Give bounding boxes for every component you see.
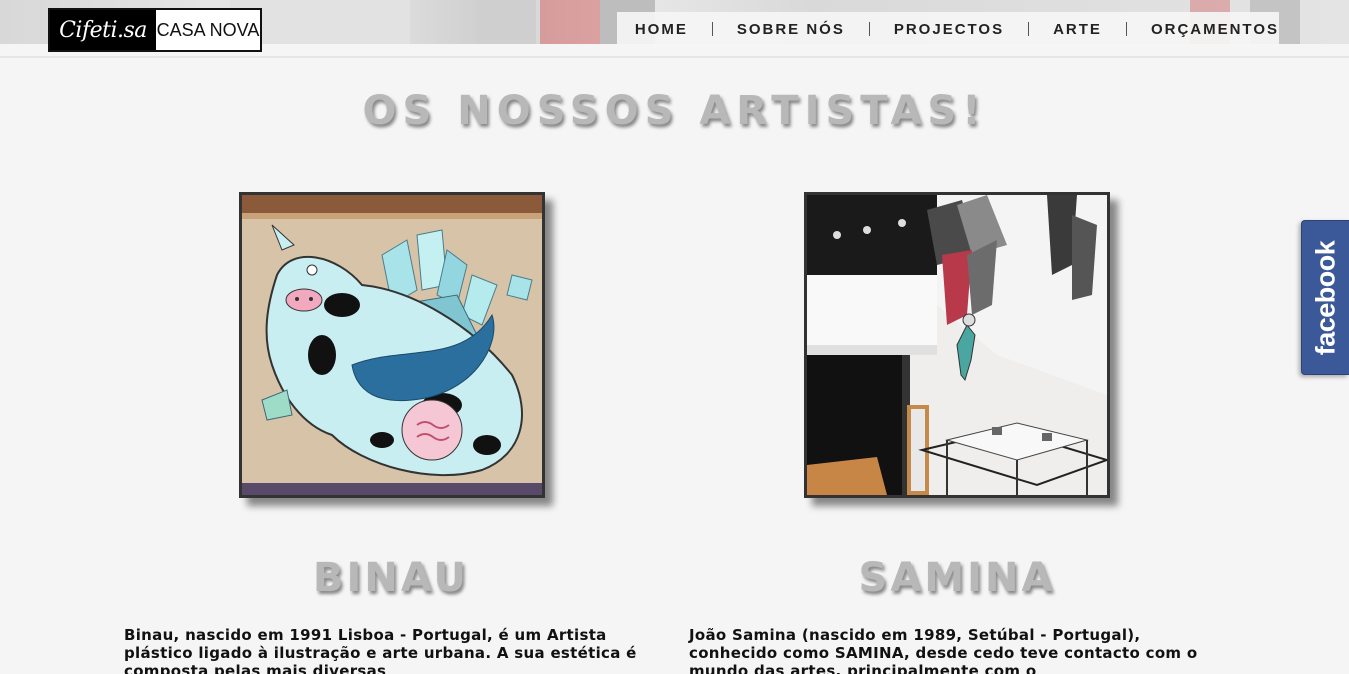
nav-sobre-nos[interactable]: SOBRE NÓS: [737, 21, 845, 38]
nav-separator: [868, 22, 870, 36]
facebook-label: facebook: [1310, 240, 1340, 355]
artist-photo-samina[interactable]: [804, 192, 1110, 498]
logo-brand-text: CASA NOVA: [156, 10, 260, 50]
nav-orcamentos[interactable]: ORÇAMENTOS: [1151, 21, 1279, 38]
header-divider: [0, 56, 1349, 58]
nav-separator: [711, 22, 713, 36]
nav-projectos[interactable]: PROJECTOS: [894, 21, 1004, 38]
nav-separator: [1028, 22, 1030, 36]
nav-arte[interactable]: ARTE: [1053, 21, 1102, 38]
artist-bio-samina: João Samina (nascido em 1989, Setúbal - …: [689, 626, 1198, 674]
logo-script-text: Cifeti.sa: [59, 17, 147, 43]
page-title: OS NOSSOS ARTISTAS!: [362, 88, 987, 134]
artist-name-binau: BINAU: [312, 555, 470, 601]
artist-bio-binau: Binau, nascido em 1991 Lisboa - Portugal…: [124, 626, 637, 674]
nav-home[interactable]: HOME: [635, 21, 688, 38]
gallery-interior-image: [807, 195, 1107, 495]
cow-illustration-image: [242, 195, 542, 495]
artist-photo-binau[interactable]: [239, 192, 545, 498]
main-navigation: HOME SOBRE NÓS PROJECTOS ARTE ORÇAMENTOS: [616, 12, 1279, 46]
facebook-tab-button[interactable]: facebook: [1301, 220, 1349, 375]
site-logo[interactable]: Cifeti.sa CASA NOVA: [48, 8, 262, 52]
nav-separator: [1125, 22, 1127, 36]
artist-name-samina: SAMINA: [858, 555, 1056, 601]
site-header: Cifeti.sa CASA NOVA HOME SOBRE NÓS PROJE…: [0, 0, 1349, 58]
